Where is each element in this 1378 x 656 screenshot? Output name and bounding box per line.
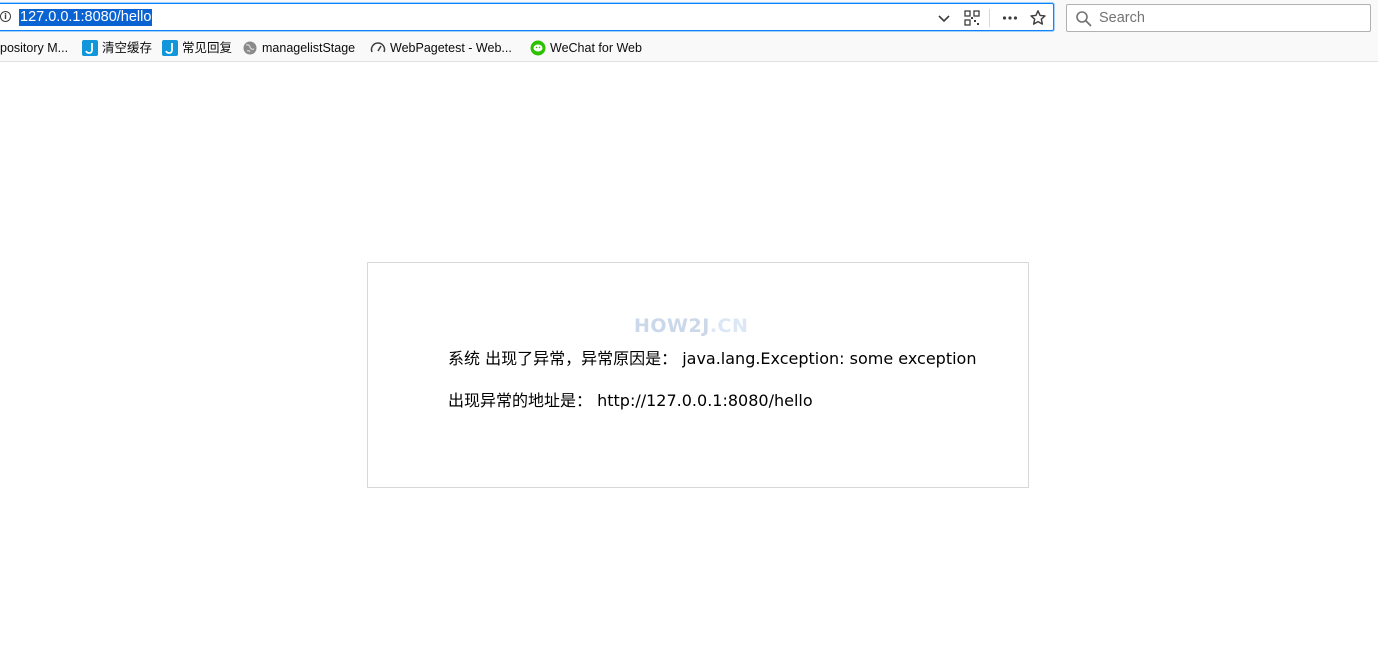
- watermark-logo: HOW2J.CN: [634, 315, 748, 337]
- search-placeholder: Search: [1099, 10, 1145, 26]
- separator: [989, 9, 990, 27]
- watermark-suffix: .CN: [709, 315, 749, 337]
- chevron-down-icon[interactable]: [935, 9, 953, 27]
- exception-value: java.lang.Exception: some exception: [682, 349, 977, 368]
- wechat-icon: [530, 40, 546, 56]
- error-panel: HOW2J.CN 系统 出现了异常，异常原因是： java.lang.Excep…: [367, 262, 1029, 488]
- address-text[interactable]: 127.0.0.1:8080/hello: [19, 9, 153, 26]
- url-value: http://127.0.0.1:8080/hello: [597, 391, 813, 410]
- bookmark-label: managelistStage: [262, 41, 356, 55]
- bookmarks-toolbar: pository M... 清空缓存 常见回复 managelistStage …: [0, 36, 1378, 62]
- bookmark-label: 常见回复: [182, 41, 233, 55]
- search-icon: [1076, 11, 1092, 27]
- watermark-main: HOW2J: [634, 315, 710, 337]
- j-bookmark-icon: [162, 40, 178, 56]
- more-actions-icon[interactable]: [1001, 9, 1019, 27]
- exception-url: 出现异常的地址是： http://127.0.0.1:8080/hello: [448, 387, 813, 411]
- search-box[interactable]: Search: [1066, 4, 1371, 32]
- bookmark-label: pository M...: [0, 41, 69, 55]
- info-icon[interactable]: i: [0, 11, 11, 22]
- bookmark-label: 清空缓存: [102, 41, 153, 55]
- j-bookmark-icon: [82, 40, 98, 56]
- exception-label: 系统 出现了异常，异常原因是：: [448, 349, 678, 368]
- bookmark-label: WeChat for Web: [550, 41, 642, 55]
- address-bar[interactable]: i 127.0.0.1:8080/hello: [0, 3, 1054, 31]
- exception-message: 系统 出现了异常，异常原因是： java.lang.Exception: som…: [448, 345, 976, 369]
- qr-code-icon[interactable]: [963, 9, 981, 27]
- url-label: 出现异常的地址是：: [448, 391, 593, 410]
- speedometer-icon: [370, 42, 386, 53]
- browser-toolbar: i 127.0.0.1:8080/hello Search: [0, 0, 1378, 36]
- bookmark-star-icon[interactable]: [1029, 9, 1047, 27]
- bookmark-label: WebPagetest - Web...: [390, 41, 512, 55]
- globe-icon: [243, 41, 257, 55]
